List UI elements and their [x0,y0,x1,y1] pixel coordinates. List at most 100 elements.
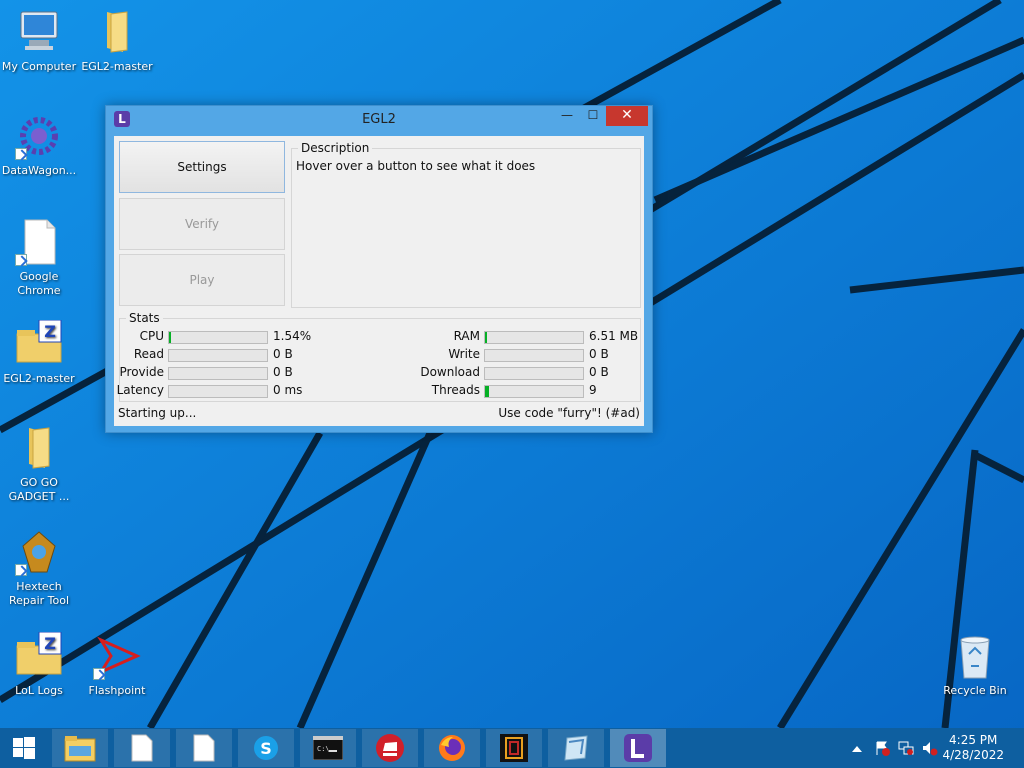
gear-icon [15,112,63,160]
stat-label: CPU [139,329,164,343]
file-explorer-icon [64,736,96,762]
folder-icon [93,8,141,56]
folder-icon [15,424,63,472]
desktop-icon-lol-logs[interactable]: Z LoL Logs [0,631,78,698]
stat-label: RAM [453,329,480,343]
verify-button[interactable]: Verify [119,198,285,250]
window-client-area: Settings Verify Play Description Hover o… [114,136,644,426]
svg-text:Z: Z [44,634,56,653]
provide-progress-bar [168,367,268,380]
description-legend: Description [298,141,373,155]
stat-write: Write 0 B [420,347,640,363]
desktop-icon-my-computer[interactable]: My Computer [0,8,78,74]
desktop-icon-recycle-bin[interactable]: Recycle Bin [936,632,1014,698]
stat-cpu: CPU 1.54% [120,329,370,345]
egl2-icon [624,734,652,762]
riot-client-icon [376,734,404,762]
stat-read: Read 0 B [120,347,370,363]
taskbar-riot-client[interactable] [362,729,418,767]
egl2-window: L EGL2 — ☐ ✕ Settings Verify Play Descri… [105,105,653,433]
settings-button[interactable]: Settings [119,141,285,193]
taskbar: S C:\ 4:25 PM 4/28/2022 [0,728,1024,768]
status-text: Starting up... [118,406,197,420]
stat-threads: Threads 9 [420,383,640,399]
desktop-icon-label: Recycle Bin [943,684,1007,697]
desktop-icon-egl2-master-zip[interactable]: Z EGL2-master [0,319,78,386]
app-icon [500,734,528,762]
clock-time: 4:25 PM [949,733,998,747]
document-icon [15,218,63,266]
svg-text:Z: Z [44,322,56,341]
taskbar-app-1[interactable] [486,729,542,767]
stat-value: 1.54% [273,329,312,343]
flashpoint-icon [93,632,141,680]
play-button[interactable]: Play [119,254,285,306]
clock-date: 4/28/2022 [942,748,1004,762]
desktop-icon-flashpoint[interactable]: Flashpoint [78,632,156,698]
desktop-icon-hextech-repair-tool[interactable]: Hextech Repair Tool [0,528,78,608]
recycle-bin-icon [951,632,999,680]
minimize-button[interactable]: — [554,106,580,126]
system-tray: 4:25 PM 4/28/2022 [848,728,1024,768]
download-progress-bar [484,367,584,380]
progress-fill [485,332,487,343]
document-icon [131,734,153,762]
stat-label: Provide [119,365,164,379]
firefox-icon [439,735,465,761]
desktop-icon-label: EGL2-master [81,60,153,73]
stat-value: 0 B [589,365,609,379]
action-center-flag-icon[interactable] [874,740,890,756]
taskbar-skype[interactable]: S [238,729,294,767]
volume-muted-icon[interactable] [922,740,938,756]
desktop-icon-label: Flashpoint [88,684,146,697]
stats-group: Stats CPU 1.54% Read 0 B Provide 0 B Lat… [117,311,641,402]
desktop-icon-label: LoL Logs [15,684,63,697]
window-titlebar[interactable]: L EGL2 — ☐ ✕ [106,106,652,134]
close-button[interactable]: ✕ [606,106,648,126]
desktop-icon-label: Google Chrome [17,270,61,297]
maximize-button[interactable]: ☐ [580,106,606,126]
network-icon[interactable] [898,740,914,756]
taskbar-command-prompt[interactable]: C:\ [300,729,356,767]
app-icon [564,735,588,761]
windows-logo-icon [13,737,35,759]
command-prompt-icon: C:\ [313,736,343,760]
taskbar-firefox[interactable] [424,729,480,767]
desktop-icon-google-chrome[interactable]: Google Chrome [0,218,78,298]
stat-value: 0 B [273,347,293,361]
zip-folder-icon: Z [15,631,63,680]
desktop-icon-label: DataWagon... [1,164,77,177]
taskbar-document-1[interactable] [114,729,170,767]
write-progress-bar [484,349,584,362]
show-hidden-icons-chevron-up-icon[interactable] [852,742,868,758]
taskbar-document-2[interactable] [176,729,232,767]
desktop-icon-label: My Computer [1,60,77,73]
desktop-icon-egl2-master-folder[interactable]: EGL2-master [78,8,156,74]
ad-text: Use code "furry"! (#ad) [498,406,640,420]
shortcut-arrow-icon [93,668,105,680]
svg-text:S: S [260,739,272,758]
shortcut-arrow-icon [15,254,27,266]
start-button[interactable] [0,728,48,768]
read-progress-bar [168,349,268,362]
svg-text:C:\: C:\ [317,745,330,753]
latency-progress-bar [168,385,268,398]
ram-progress-bar [484,331,584,344]
stat-label: Write [448,347,480,361]
computer-icon [15,8,63,56]
stat-label: Latency [116,383,164,397]
shortcut-arrow-icon [15,564,27,576]
description-group: Description Hover over a button to see w… [291,141,641,308]
taskbar-app-2[interactable] [548,729,604,767]
document-icon [193,734,215,762]
taskbar-egl2[interactable] [610,729,666,767]
clock[interactable]: 4:25 PM 4/28/2022 [942,733,1004,763]
stat-value: 0 B [589,347,609,361]
desktop-icon-datawagon[interactable]: DataWagon... [0,112,78,178]
stat-value: 9 [589,383,597,397]
taskbar-file-explorer[interactable] [52,729,108,767]
stat-provide: Provide 0 B [120,365,370,381]
desktop-icon-go-go-gadget[interactable]: GO GO GADGET ... [0,424,78,504]
stat-label: Read [133,347,164,361]
progress-fill [169,332,171,343]
